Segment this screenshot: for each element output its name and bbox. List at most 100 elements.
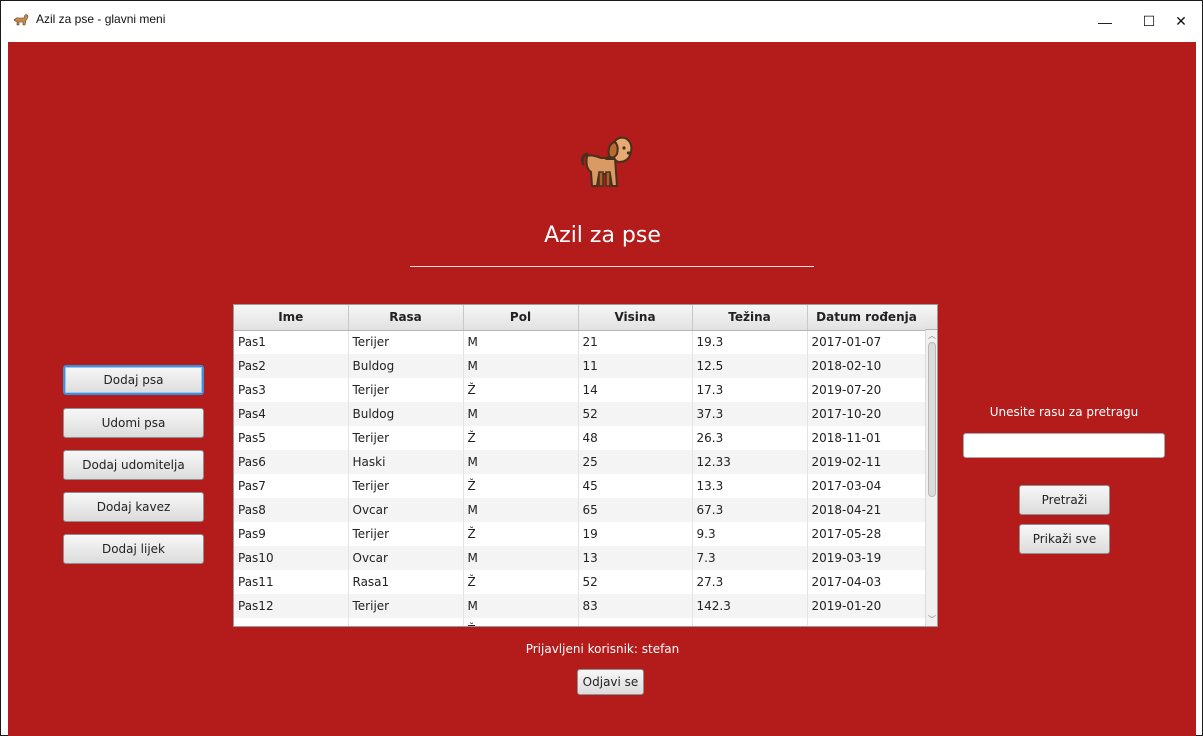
cell-breed: Terijer xyxy=(348,426,464,450)
cell-height: 13 xyxy=(578,546,693,570)
column-header-height[interactable]: Visina xyxy=(578,305,693,331)
minimize-button[interactable]: — xyxy=(1082,1,1128,42)
table-row[interactable]: Ž xyxy=(234,618,927,626)
table-row[interactable]: Pas1 Terijer M 21 19.3 2017-01-07 xyxy=(234,330,927,354)
app-title: Azil za pse xyxy=(544,223,661,248)
cell-breed: Terijer xyxy=(348,474,464,498)
cell-name: Pas4 xyxy=(234,402,349,426)
add-adopter-button[interactable]: Dodaj udomitelja xyxy=(63,450,204,480)
cell-breed: Terijer xyxy=(348,594,464,618)
cell-breed: Buldog xyxy=(348,354,464,378)
cell-breed: Terijer xyxy=(348,522,464,546)
column-header-breed[interactable]: Rasa xyxy=(348,305,464,331)
table-row[interactable]: Pas7 Terijer Ž 45 13.3 2017-03-04 xyxy=(234,474,927,498)
cell-height: 19 xyxy=(578,522,693,546)
cell-breed: Ovcar xyxy=(348,546,464,570)
cell-height: 45 xyxy=(578,474,693,498)
column-header-weight[interactable]: Težina xyxy=(692,305,808,331)
cell-weight: 67.3 xyxy=(692,498,808,522)
add-cage-button[interactable]: Dodaj kavez xyxy=(63,492,204,522)
dog-app-icon xyxy=(13,14,29,26)
cell-birthdate: 2018-04-21 xyxy=(807,498,927,522)
scroll-up-arrow-icon[interactable]: ︿ xyxy=(926,330,937,342)
cell-height: 21 xyxy=(578,330,693,354)
adopt-dog-button[interactable]: Udomi psa xyxy=(63,408,204,438)
cell-breed: Rasa1 xyxy=(348,570,464,594)
cell-sex: M xyxy=(463,402,579,426)
cell-weight: 19.3 xyxy=(692,330,808,354)
table-row[interactable]: Pas4 Buldog M 52 37.3 2017-10-20 xyxy=(234,402,927,426)
show-all-button[interactable]: Prikaži sve xyxy=(1019,524,1110,554)
search-label: Unesite rasu za pretragu xyxy=(989,405,1139,419)
cell-breed: Haski xyxy=(348,450,464,474)
cell-breed: Ovcar xyxy=(348,498,464,522)
cell-sex: M xyxy=(463,546,579,570)
cell-name: Pas9 xyxy=(234,522,349,546)
cell-height: 25 xyxy=(578,450,693,474)
cell-name: Pas8 xyxy=(234,498,349,522)
cell-name: Pas5 xyxy=(234,426,349,450)
cell-birthdate: 2017-04-03 xyxy=(807,570,927,594)
cell-breed xyxy=(348,618,464,626)
table-row[interactable]: Pas2 Buldog M 11 12.5 2018-02-10 xyxy=(234,354,927,378)
cell-weight: 26.3 xyxy=(692,426,808,450)
table-scrollbar[interactable]: ︿ ﹀ xyxy=(925,330,937,626)
cell-birthdate: 2019-07-20 xyxy=(807,378,927,402)
cell-sex: Ž xyxy=(463,378,579,402)
cell-name: Pas2 xyxy=(234,354,349,378)
cell-name: Pas12 xyxy=(234,594,349,618)
cell-birthdate xyxy=(807,618,927,626)
column-header-birthdate[interactable]: Datum rođenja xyxy=(807,305,927,331)
dogs-table[interactable]: Ime Rasa Pol Visina Težina Datum rođenja… xyxy=(233,304,938,627)
table-row[interactable]: Pas6 Haski M 25 12.33 2019-02-11 xyxy=(234,450,927,474)
close-button[interactable]: ✕ xyxy=(1158,1,1203,42)
dog-icon xyxy=(581,136,633,187)
cell-birthdate: 2019-03-19 xyxy=(807,546,927,570)
cell-name: Pas1 xyxy=(234,330,349,354)
cell-birthdate: 2017-03-04 xyxy=(807,474,927,498)
column-header-sex[interactable]: Pol xyxy=(463,305,579,331)
table-header-row: Ime Rasa Pol Visina Težina Datum rođenja xyxy=(234,305,927,331)
cell-sex: M xyxy=(463,450,579,474)
logged-user-label: Prijavljeni korisnik: stefan xyxy=(525,642,680,656)
title-divider xyxy=(410,266,814,267)
column-header-name[interactable]: Ime xyxy=(234,305,349,331)
cell-sex: Ž xyxy=(463,426,579,450)
search-button[interactable]: Pretraži xyxy=(1019,485,1110,515)
table-row[interactable]: Pas12 Terijer M 83 142.3 2019-01-20 xyxy=(234,594,927,618)
cell-birthdate: 2017-10-20 xyxy=(807,402,927,426)
scroll-down-arrow-icon[interactable]: ﹀ xyxy=(926,614,937,626)
add-medicine-button[interactable]: Dodaj lijek xyxy=(63,534,204,564)
cell-weight: 37.3 xyxy=(692,402,808,426)
logout-button[interactable]: Odjavi se xyxy=(577,669,644,695)
table-row[interactable]: Pas10 Ovcar M 13 7.3 2019-03-19 xyxy=(234,546,927,570)
cell-name: Pas3 xyxy=(234,378,349,402)
cell-weight: 17.3 xyxy=(692,378,808,402)
cell-sex: M xyxy=(463,498,579,522)
cell-sex: Ž xyxy=(463,474,579,498)
cell-height: 83 xyxy=(578,594,693,618)
cell-birthdate: 2018-11-01 xyxy=(807,426,927,450)
cell-name: Pas10 xyxy=(234,546,349,570)
table-row[interactable]: Pas11 Rasa1 Ž 52 27.3 2017-04-03 xyxy=(234,570,927,594)
table-row[interactable]: Pas9 Terijer Ž 19 9.3 2017-05-28 xyxy=(234,522,927,546)
cell-name xyxy=(234,618,349,626)
cell-sex: Ž xyxy=(463,570,579,594)
table-row[interactable]: Pas5 Terijer Ž 48 26.3 2018-11-01 xyxy=(234,426,927,450)
cell-weight: 13.3 xyxy=(692,474,808,498)
cell-weight: 9.3 xyxy=(692,522,808,546)
cell-name: Pas7 xyxy=(234,474,349,498)
scroll-thumb[interactable] xyxy=(928,342,936,497)
cell-sex: Ž xyxy=(463,618,579,626)
table-row[interactable]: Pas3 Terijer Ž 14 17.3 2019-07-20 xyxy=(234,378,927,402)
cell-birthdate: 2019-01-20 xyxy=(807,594,927,618)
cell-name: Pas11 xyxy=(234,570,349,594)
cell-birthdate: 2017-01-07 xyxy=(807,330,927,354)
cell-birthdate: 2018-02-10 xyxy=(807,354,927,378)
breed-search-input[interactable] xyxy=(963,433,1165,458)
table-header-corner xyxy=(925,305,937,330)
table-row[interactable]: Pas8 Ovcar M 65 67.3 2018-04-21 xyxy=(234,498,927,522)
cell-sex: M xyxy=(463,354,579,378)
cell-birthdate: 2019-02-11 xyxy=(807,450,927,474)
add-dog-button[interactable]: Dodaj psa xyxy=(63,365,204,395)
